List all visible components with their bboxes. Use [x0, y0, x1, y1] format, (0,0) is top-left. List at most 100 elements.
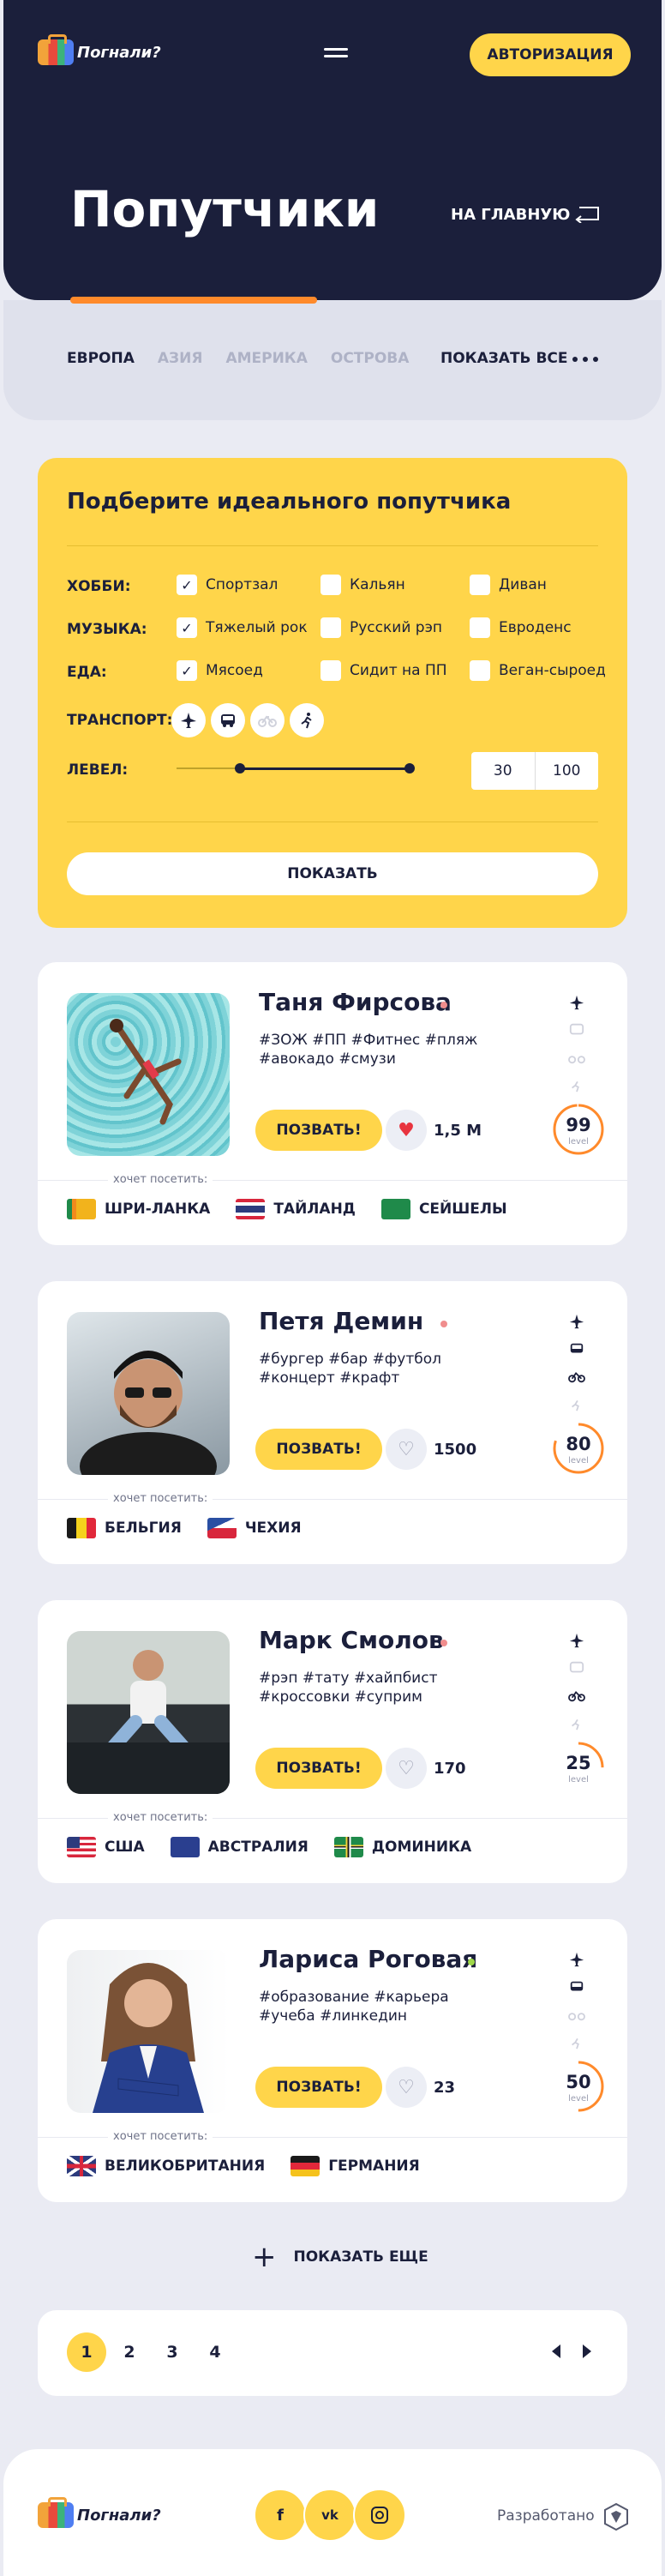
- checkbox-russian-rap[interactable]: Русский рэп: [321, 617, 442, 638]
- page-2[interactable]: 2: [110, 2332, 149, 2372]
- instagram-icon[interactable]: [353, 2489, 406, 2542]
- invite-button[interactable]: ПОЗВАТЬ!: [255, 1748, 382, 1789]
- walk-icon[interactable]: [290, 703, 324, 737]
- invite-button[interactable]: ПОЗВАТЬ!: [255, 2067, 382, 2108]
- status-dot: [440, 1002, 447, 1008]
- checkbox-pp[interactable]: Сидит на ПП: [321, 660, 447, 681]
- traveler-photo: [67, 993, 230, 1156]
- bus-icon: [567, 1339, 586, 1358]
- wants-to-visit-label: хочет посетить:: [108, 2130, 213, 2143]
- level-badge: 50 level: [552, 2060, 605, 2113]
- checkbox-gym[interactable]: ✓ Спортзал: [177, 575, 278, 595]
- country-item[interactable]: ТАЙЛАНД: [236, 1199, 356, 1219]
- slider-min-handle[interactable]: [235, 763, 245, 773]
- tab-asia[interactable]: АЗИЯ: [158, 350, 203, 367]
- invite-button[interactable]: ПОЗВАТЬ!: [255, 1429, 382, 1470]
- return-arrow-icon[interactable]: [572, 204, 603, 223]
- footer-logo[interactable]: Погнали?: [38, 2497, 161, 2528]
- dominica-flag-icon: [333, 1837, 363, 1857]
- heart-icon[interactable]: ♡: [386, 2067, 427, 2108]
- checkbox-heavy-rock[interactable]: ✓ Тяжелый рок: [177, 617, 308, 638]
- traveler-name[interactable]: Лариса Роговая: [259, 1945, 477, 1973]
- food-label: ЕДА:: [67, 664, 107, 681]
- country-item[interactable]: ШРИ-ЛАНКА: [67, 1199, 210, 1219]
- bike-icon[interactable]: [250, 703, 285, 737]
- country-item[interactable]: ЧЕХИЯ: [207, 1518, 302, 1538]
- walk-icon: [567, 2032, 586, 2051]
- level-badge: 25 level: [552, 1741, 605, 1794]
- heart-icon[interactable]: ♡: [386, 1748, 427, 1789]
- seychelles-flag-icon: [380, 1199, 410, 1219]
- level-slider-fill: [238, 767, 410, 770]
- level-value: 50: [566, 2072, 591, 2092]
- page-4[interactable]: 4: [195, 2332, 235, 2372]
- show-more-button[interactable]: + ПОКАЗАТЬ ЕЩЕ: [252, 2240, 428, 2274]
- checkbox-meat[interactable]: ✓ Мясоед: [177, 660, 263, 681]
- next-arrow-icon[interactable]: [583, 2344, 591, 2358]
- plus-icon: +: [252, 2240, 277, 2274]
- traveler-tags: #ЗОЖ #ПП #Фитнес #пляж #авокадо #смузи: [259, 1032, 478, 1068]
- traveler-name[interactable]: Марк Смолов: [259, 1626, 444, 1654]
- bus-icon: [567, 1658, 586, 1677]
- country-item[interactable]: СЕЙШЕЛЫ: [380, 1199, 507, 1219]
- country-list: БЕЛЬГИЯ ЧЕХИЯ: [67, 1518, 302, 1538]
- country-item[interactable]: США: [67, 1837, 145, 1857]
- tab-islands[interactable]: ОСТРОВА: [331, 350, 410, 367]
- tab-america[interactable]: АМЕРИКА: [225, 350, 307, 367]
- checkbox-eurodance[interactable]: Евроденс: [470, 617, 572, 638]
- level-min-input[interactable]: 30: [471, 752, 536, 790]
- checkbox-sofa[interactable]: Диван: [470, 575, 547, 595]
- traveler-name[interactable]: Петя Демин: [259, 1307, 423, 1335]
- plane-icon[interactable]: [171, 703, 206, 737]
- bus-icon: [567, 1977, 586, 1996]
- show-button[interactable]: ПОКАЗАТЬ: [67, 852, 598, 895]
- level-word: level: [568, 1137, 589, 1147]
- show-all-link[interactable]: ПОКАЗАТЬ ВСЕ: [440, 350, 567, 367]
- country-item[interactable]: ГЕРМАНИЯ: [291, 2156, 420, 2176]
- germany-flag-icon: [291, 2156, 321, 2176]
- level-max-input[interactable]: 100: [536, 752, 599, 790]
- country-list: ШРИ-ЛАНКА ТАЙЛАНД СЕЙШЕЛЫ: [67, 1199, 507, 1219]
- facebook-icon[interactable]: f: [254, 2489, 307, 2542]
- logo[interactable]: Погнали?: [38, 34, 161, 65]
- bus-icon[interactable]: [211, 703, 245, 737]
- belgium-flag-icon: [67, 1518, 96, 1538]
- traveler-tags: #бургер #бар #футбол #концерт #крафт: [259, 1351, 441, 1387]
- invite-button[interactable]: ПОЗВАТЬ!: [255, 1110, 382, 1151]
- traveler-card: Петя Демин #бургер #бар #футбол #концерт…: [38, 1281, 627, 1564]
- tab-europe[interactable]: ЕВРОПА: [67, 350, 135, 367]
- developer-logo-icon[interactable]: [603, 2502, 629, 2531]
- country-item[interactable]: ВЕЛИКОБРИТАНИЯ: [67, 2156, 265, 2176]
- checkbox-vegan[interactable]: Веган-сыроед: [470, 660, 606, 681]
- status-dot: [440, 1640, 447, 1646]
- country-item[interactable]: АВСТРАЛИЯ: [170, 1837, 309, 1857]
- country-item[interactable]: ДОМИНИКА: [333, 1837, 471, 1857]
- auth-button[interactable]: АВТОРИЗАЦИЯ: [470, 33, 631, 76]
- level-slider[interactable]: [177, 763, 415, 773]
- checkbox-box: [321, 575, 341, 595]
- page-arrows: [552, 2344, 591, 2358]
- more-dots-icon[interactable]: [572, 357, 598, 362]
- heart-icon[interactable]: ♡: [386, 1429, 427, 1470]
- title-underline: [70, 297, 317, 304]
- traveler-card: Лариса Роговая #образование #карьера #уч…: [38, 1919, 627, 2202]
- menu-burger-icon[interactable]: [324, 48, 348, 63]
- site-footer: Погнали? f vk Разработано: [3, 2449, 662, 2576]
- slider-max-handle[interactable]: [404, 763, 415, 773]
- page-1[interactable]: 1: [67, 2332, 106, 2372]
- bike-icon: [567, 1686, 586, 1705]
- divider: [67, 545, 598, 546]
- bike-icon: [567, 1048, 586, 1067]
- page-list: 1 2 3 4: [67, 2332, 235, 2372]
- transport-icons: [567, 1950, 586, 2051]
- level-badge: 80 level: [552, 1422, 605, 1475]
- heart-icon[interactable]: ♥: [386, 1110, 427, 1151]
- checkbox-box: [321, 660, 341, 681]
- traveler-name[interactable]: Таня Фирсова: [259, 988, 452, 1016]
- home-link[interactable]: НА ГЛАВНУЮ: [451, 206, 570, 224]
- page-3[interactable]: 3: [153, 2332, 192, 2372]
- vk-icon[interactable]: vk: [303, 2489, 356, 2542]
- prev-arrow-icon[interactable]: [552, 2344, 560, 2358]
- checkbox-hookah[interactable]: Кальян: [321, 575, 405, 595]
- country-item[interactable]: БЕЛЬГИЯ: [67, 1518, 182, 1538]
